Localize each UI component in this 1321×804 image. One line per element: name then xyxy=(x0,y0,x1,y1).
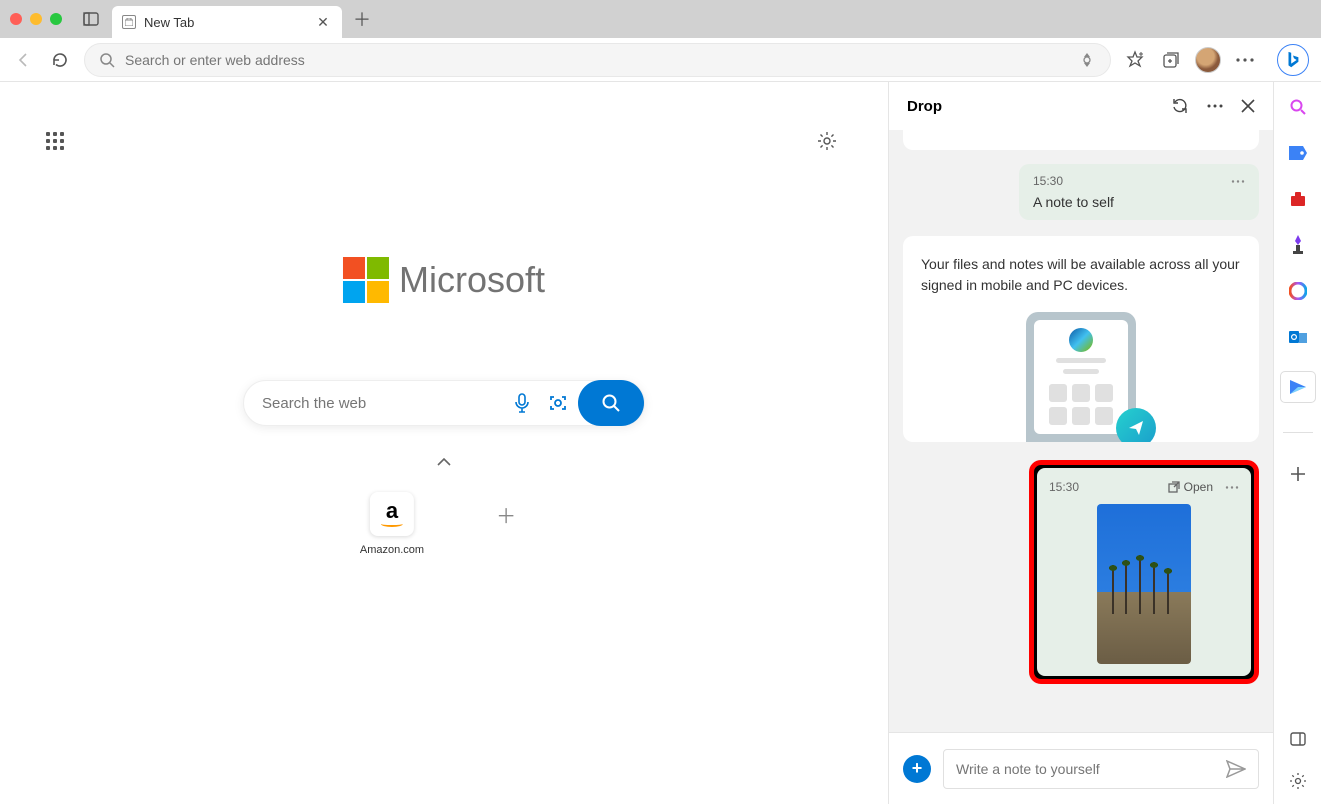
voice-search-button[interactable] xyxy=(504,392,540,414)
new-tab-button[interactable]: ＋ xyxy=(348,5,376,33)
minimize-window-button[interactable] xyxy=(30,13,42,25)
refresh-button[interactable] xyxy=(48,48,72,72)
drop-refresh-button[interactable] xyxy=(1171,97,1189,115)
address-input[interactable] xyxy=(125,52,1068,68)
expand-quicklinks-button[interactable] xyxy=(437,458,451,466)
drop-messages: 15:30 A note to self Your files and note… xyxy=(889,130,1273,732)
sidebar-outlook-button[interactable] xyxy=(1287,326,1309,348)
drop-panel: Drop 15:30 xyxy=(888,82,1273,804)
sidebar-add-button[interactable] xyxy=(1287,463,1309,485)
close-tab-button[interactable]: ✕ xyxy=(314,13,332,31)
back-button[interactable] xyxy=(12,48,36,72)
sidebar-search-button[interactable] xyxy=(1287,96,1309,118)
image-message-more-button[interactable] xyxy=(1225,486,1239,489)
quick-links: a Amazon.com ＋ xyxy=(360,492,528,556)
microsoft-logo-text: Microsoft xyxy=(399,259,545,301)
tab-favicon xyxy=(122,15,136,29)
browser-toolbar xyxy=(0,38,1321,82)
drop-close-button[interactable] xyxy=(1241,99,1255,113)
note-input[interactable] xyxy=(956,761,1226,777)
send-illustration-icon xyxy=(1116,408,1156,442)
close-window-button[interactable] xyxy=(10,13,22,25)
drop-composer: + xyxy=(889,732,1273,804)
bing-icon xyxy=(1285,51,1301,69)
favorites-button[interactable] xyxy=(1123,48,1147,72)
sidebar-games-button[interactable] xyxy=(1287,234,1309,256)
sidebar-tools-button[interactable] xyxy=(1287,188,1309,210)
page-settings-button[interactable] xyxy=(816,130,838,152)
web-search-input[interactable] xyxy=(244,395,504,412)
drop-info-card: Your files and notes will be available a… xyxy=(903,236,1259,442)
message-text: A note to self xyxy=(1033,194,1245,210)
drop-more-button[interactable] xyxy=(1207,104,1223,108)
maximize-window-button[interactable] xyxy=(50,13,62,25)
address-bar[interactable] xyxy=(84,43,1111,77)
search-submit-button[interactable] xyxy=(578,380,644,426)
search-icon xyxy=(99,52,115,68)
image-message-time: 15:30 xyxy=(1049,480,1079,494)
image-search-button[interactable] xyxy=(540,393,576,413)
drop-note-message[interactable]: 15:30 A note to self xyxy=(1019,164,1259,220)
phone-illustration xyxy=(1026,312,1136,442)
window-titlebar: New Tab ✕ ＋ xyxy=(0,0,1321,38)
drop-header: Drop xyxy=(889,82,1273,130)
note-input-wrapper[interactable] xyxy=(943,749,1259,789)
microsoft-logo-icon xyxy=(343,257,389,303)
sidebar-collapse-button[interactable] xyxy=(1287,728,1309,750)
collections-button[interactable] xyxy=(1159,48,1183,72)
edge-logo-icon xyxy=(1069,328,1093,352)
read-aloud-icon[interactable] xyxy=(1078,51,1096,69)
add-quick-link-button[interactable]: ＋ xyxy=(484,492,528,556)
highlighted-image-message: 15:30 Open xyxy=(1029,460,1259,684)
tile-label: Amazon.com xyxy=(360,544,424,556)
browser-tab[interactable]: New Tab ✕ xyxy=(112,6,342,38)
add-attachment-button[interactable]: + xyxy=(903,755,931,783)
drop-title: Drop xyxy=(907,98,942,115)
amazon-icon: a xyxy=(370,492,414,536)
edge-sidebar xyxy=(1273,82,1321,804)
info-text: Your files and notes will be available a… xyxy=(921,254,1241,296)
drop-image-message[interactable]: 15:30 Open xyxy=(1037,468,1251,676)
web-search-box[interactable] xyxy=(243,380,645,426)
quick-link-tile[interactable]: a Amazon.com xyxy=(360,492,424,556)
sidebar-office-button[interactable] xyxy=(1287,280,1309,302)
new-tab-page: Microsoft a Amazon.com xyxy=(0,82,888,804)
tab-title: New Tab xyxy=(144,15,306,30)
open-label: Open xyxy=(1184,480,1213,494)
window-controls xyxy=(10,13,62,25)
open-image-button[interactable]: Open xyxy=(1168,480,1213,494)
message-more-button[interactable] xyxy=(1231,180,1245,183)
image-thumbnail[interactable] xyxy=(1097,504,1191,664)
tab-overview-button[interactable] xyxy=(80,8,102,30)
bing-chat-button[interactable] xyxy=(1277,44,1309,76)
sidebar-drop-button[interactable] xyxy=(1281,372,1315,402)
message-time: 15:30 xyxy=(1033,174,1063,188)
sidebar-settings-button[interactable] xyxy=(1287,770,1309,792)
app-launcher-button[interactable] xyxy=(46,132,64,150)
sidebar-shopping-button[interactable] xyxy=(1287,142,1309,164)
profile-avatar[interactable] xyxy=(1195,47,1221,73)
send-note-button[interactable] xyxy=(1226,760,1246,778)
sidebar-divider xyxy=(1283,432,1313,433)
message-bubble-partial xyxy=(903,130,1259,150)
more-menu-button[interactable] xyxy=(1233,48,1257,72)
microsoft-logo: Microsoft xyxy=(343,257,545,303)
